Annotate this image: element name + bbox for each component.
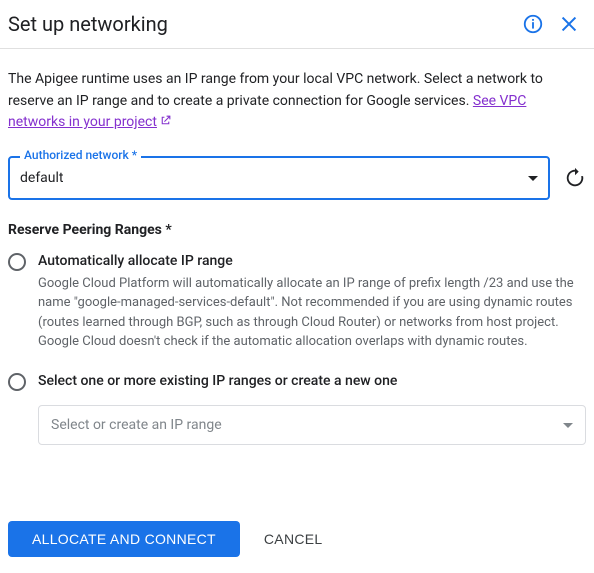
radio-auto-content: Automatically allocate IP range Google C… (38, 252, 586, 352)
ip-range-select[interactable]: Select or create an IP range (38, 405, 586, 445)
radio-auto-label: Automatically allocate IP range (38, 252, 586, 272)
description-text: The Apigee runtime uses an IP range from… (8, 69, 586, 134)
cancel-button[interactable]: CANCEL (264, 531, 323, 547)
external-link-icon (159, 114, 172, 127)
authorized-network-row: Authorized network * default (8, 156, 586, 200)
radio-auto-block: Automatically allocate IP range Google C… (8, 252, 586, 352)
authorized-network-select[interactable]: Authorized network * default (8, 156, 550, 200)
close-icon[interactable] (558, 13, 580, 35)
radio-select-row[interactable]: Select one or more existing IP ranges or… (8, 372, 586, 392)
dialog-header: Set up networking (0, 0, 594, 49)
authorized-network-value: default (20, 170, 528, 186)
refresh-icon[interactable] (564, 167, 586, 189)
reserve-peering-title: Reserve Peering Ranges * (8, 222, 586, 238)
chevron-down-icon (563, 423, 573, 428)
radio-auto-input[interactable] (8, 253, 26, 271)
chevron-down-icon (528, 176, 538, 181)
header-actions (522, 13, 586, 35)
radio-select-block: Select one or more existing IP ranges or… (8, 372, 586, 446)
dialog-title: Set up networking (8, 12, 522, 36)
ip-range-placeholder: Select or create an IP range (51, 417, 563, 433)
radio-select-input[interactable] (8, 373, 26, 391)
radio-select-label: Select one or more existing IP ranges or… (38, 372, 586, 392)
dialog-content: The Apigee runtime uses an IP range from… (0, 49, 594, 473)
radio-auto-help: Google Cloud Platform will automatically… (38, 274, 586, 352)
allocate-and-connect-button[interactable]: ALLOCATE AND CONNECT (8, 521, 240, 557)
radio-select-content: Select one or more existing IP ranges or… (38, 372, 586, 392)
authorized-network-label: Authorized network * (20, 148, 141, 162)
description-body: The Apigee runtime uses an IP range from… (8, 71, 543, 109)
info-icon[interactable] (522, 13, 544, 35)
radio-auto-row[interactable]: Automatically allocate IP range Google C… (8, 252, 586, 352)
